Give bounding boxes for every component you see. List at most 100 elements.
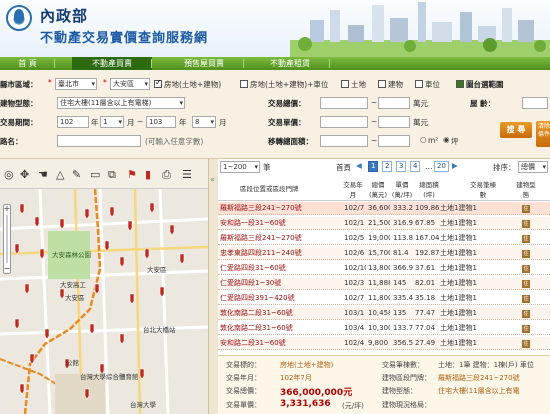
table-row[interactable]: 仁愛路四段1~30號 102/311,888145 82.01 土地1建物1 住 <box>218 277 550 290</box>
range-tilde: ~ <box>371 136 378 145</box>
tab-rental[interactable]: 不動產租賃 <box>250 57 330 70</box>
marker-icon[interactable]: ▮ <box>145 168 151 181</box>
price-unit: 萬元 <box>413 99 428 108</box>
search-button[interactable]: 搜 尋 <box>500 122 532 138</box>
option-house-label: 房地(土地+建物) <box>164 80 222 89</box>
cell-area: 37.61 <box>415 264 436 272</box>
unit-price-max-input[interactable] <box>378 116 410 128</box>
district-select[interactable]: 大安區 <box>110 78 150 90</box>
clear-button[interactable]: 清除條件 <box>536 121 550 147</box>
cell-unit: 316.9 <box>393 219 413 227</box>
hand-icon[interactable]: ☚ <box>38 168 48 181</box>
ruler-icon[interactable]: ✎ <box>72 168 81 181</box>
table-row[interactable]: 仁愛路四段391~420號 102/711,800335.435.18 土地1建物1… <box>218 292 550 305</box>
detail-total-label: 交易總價： <box>226 387 261 395</box>
building-type-select[interactable]: 住宅大樓(11層含以上有電梯) <box>57 97 185 109</box>
cell-total: 11,800 <box>368 294 390 302</box>
cell-count: 土地1建物1 <box>440 279 477 287</box>
road-input[interactable] <box>57 135 141 147</box>
col-date[interactable]: 交易年月 <box>343 179 363 199</box>
table-row[interactable]: 忠孝東路四段211~240號 102/615,70081.4 192.87土地1建物… <box>218 247 550 260</box>
list-icon[interactable]: ☰ <box>182 168 192 181</box>
table-row[interactable]: 羅斯福路三段241~270號 102/519,000113.8167.04土地1建… <box>218 232 550 245</box>
globe-icon[interactable]: ◎ <box>4 168 14 181</box>
cell-total: 36,600 <box>368 204 390 212</box>
page-2[interactable]: 2 <box>382 161 393 172</box>
area-min-input[interactable] <box>320 135 368 147</box>
page-4[interactable]: 4 <box>410 161 421 172</box>
range-tilde: ~ <box>371 98 378 107</box>
area-unit-m2-radio[interactable]: ○ <box>420 135 427 144</box>
zoom-slider-track[interactable] <box>6 215 8 263</box>
city-select[interactable]: 臺北市 <box>55 78 97 90</box>
tab-home[interactable]: 首 頁 <box>0 57 55 70</box>
from-month-select[interactable]: 1 <box>100 116 124 128</box>
table-row[interactable]: 敦化南路二段31~60號 103/110,458135 77.47 土地1建物1 住 <box>218 307 550 320</box>
cell-addr: 羅斯福路三段241~270號 <box>220 234 302 242</box>
page-size-unit: 筆 <box>263 163 271 172</box>
page-3[interactable]: 3 <box>396 161 407 172</box>
prev-page-icon[interactable]: ◀ <box>356 161 362 170</box>
print-icon[interactable]: ⎙ <box>162 168 171 182</box>
map-select-checkbox[interactable] <box>456 80 464 88</box>
option-house-parking-checkbox[interactable] <box>240 80 248 88</box>
table-row[interactable]: 仁愛路四段31~60號 102/1013,800366.937.61 土地1建物1 住 <box>218 262 550 275</box>
option-parking-checkbox[interactable] <box>415 80 423 88</box>
collapse-arrow-icon[interactable]: « <box>210 175 215 184</box>
option-building-checkbox[interactable] <box>378 80 386 88</box>
area-icon[interactable]: ▭ <box>90 168 100 181</box>
detail-type-value: 房地(土地+建物) <box>280 361 334 369</box>
page-20[interactable]: 20 <box>434 161 449 172</box>
table-row[interactable]: 安和路一段31~60號 102/121,500316.967.85 土地1建物1 住 <box>218 217 550 230</box>
unit-price-min-input[interactable] <box>320 116 368 128</box>
option-land-checkbox[interactable] <box>341 80 349 88</box>
year-unit: 年 <box>91 118 99 127</box>
next-page-icon[interactable]: ▶ <box>452 161 458 170</box>
page-size-select[interactable]: 1~200 <box>220 161 260 173</box>
option-house-checkbox[interactable] <box>154 78 162 88</box>
table-row[interactable]: 安和路二段31~60號 102/4 9,800 356.5 27.49 土地1建物1 住 <box>218 337 550 350</box>
detail-date-label: 交易年月： <box>226 374 261 382</box>
cell-addr: 敦化南路二段31~60號 <box>220 309 293 317</box>
pan-icon[interactable]: ✥ <box>20 168 29 181</box>
panel-splitter[interactable]: « <box>208 159 218 414</box>
tab-property-sale[interactable]: 不動產買賣 <box>72 57 152 70</box>
area-max-input[interactable] <box>378 135 410 147</box>
sort-label: 排序： <box>493 163 516 172</box>
map-label: 公館 <box>66 359 79 367</box>
col-area[interactable]: 總面積(坪) <box>416 179 442 199</box>
age-min-input[interactable] <box>522 97 548 109</box>
col-address[interactable]: 區段位置或區段門牌 <box>240 183 299 193</box>
cell-total: 19,000 <box>368 234 390 242</box>
map-zoom-control[interactable]: + − <box>3 204 11 274</box>
layer-icon[interactable]: ⧉ <box>108 168 116 182</box>
building-type-tag: 住 <box>522 295 530 303</box>
zoom-in-icon[interactable]: + <box>3 205 11 213</box>
to-month-select[interactable]: 8 <box>192 116 216 128</box>
building-type-tag: 住 <box>522 325 530 333</box>
cell-count: 土地1建物1 <box>440 339 477 347</box>
pin-icon[interactable]: ⚑ <box>127 168 137 181</box>
cell-date: 102/5 <box>344 234 365 242</box>
cell-count: 土地1建物1 <box>440 204 477 212</box>
total-price-max-input[interactable] <box>378 97 410 109</box>
table-row[interactable]: 敦化南路二段31~60號 103/410,300133.777.04 土地1建物1 住 <box>218 322 550 335</box>
org-name: 內政部 <box>40 7 89 25</box>
first-page-link[interactable]: 首頁 <box>336 162 351 173</box>
col-unit-price[interactable]: 單價(萬/坪) <box>391 179 413 199</box>
sort-select[interactable]: 總價 <box>518 161 548 173</box>
from-year-input[interactable]: 102 <box>57 116 89 128</box>
page-1[interactable]: 1 <box>368 161 379 172</box>
zoom-out-icon[interactable]: − <box>3 265 11 273</box>
to-year-input[interactable]: 103 <box>146 116 176 128</box>
total-price-min-input[interactable] <box>320 97 368 109</box>
col-count[interactable]: 交易筆棟數 <box>470 179 496 199</box>
col-total[interactable]: 總價(萬元) <box>368 179 388 199</box>
table-row[interactable]: 羅斯福路三段241~270號 102/736,600333.2109.86土地1建… <box>218 202 550 215</box>
property-map[interactable]: 大安森林公園 大安高工 大安區 大安區 台北大橋站 公館 台灣大學綜合體育館 台… <box>0 159 208 414</box>
col-type[interactable]: 建物型態 <box>516 179 536 199</box>
tab-presale[interactable]: 預售屋買賣 <box>164 57 244 70</box>
area-unit-ping-radio[interactable]: ◉ <box>443 135 450 144</box>
cell-date: 102/6 <box>344 249 365 257</box>
polygon-icon[interactable]: △ <box>56 168 64 181</box>
